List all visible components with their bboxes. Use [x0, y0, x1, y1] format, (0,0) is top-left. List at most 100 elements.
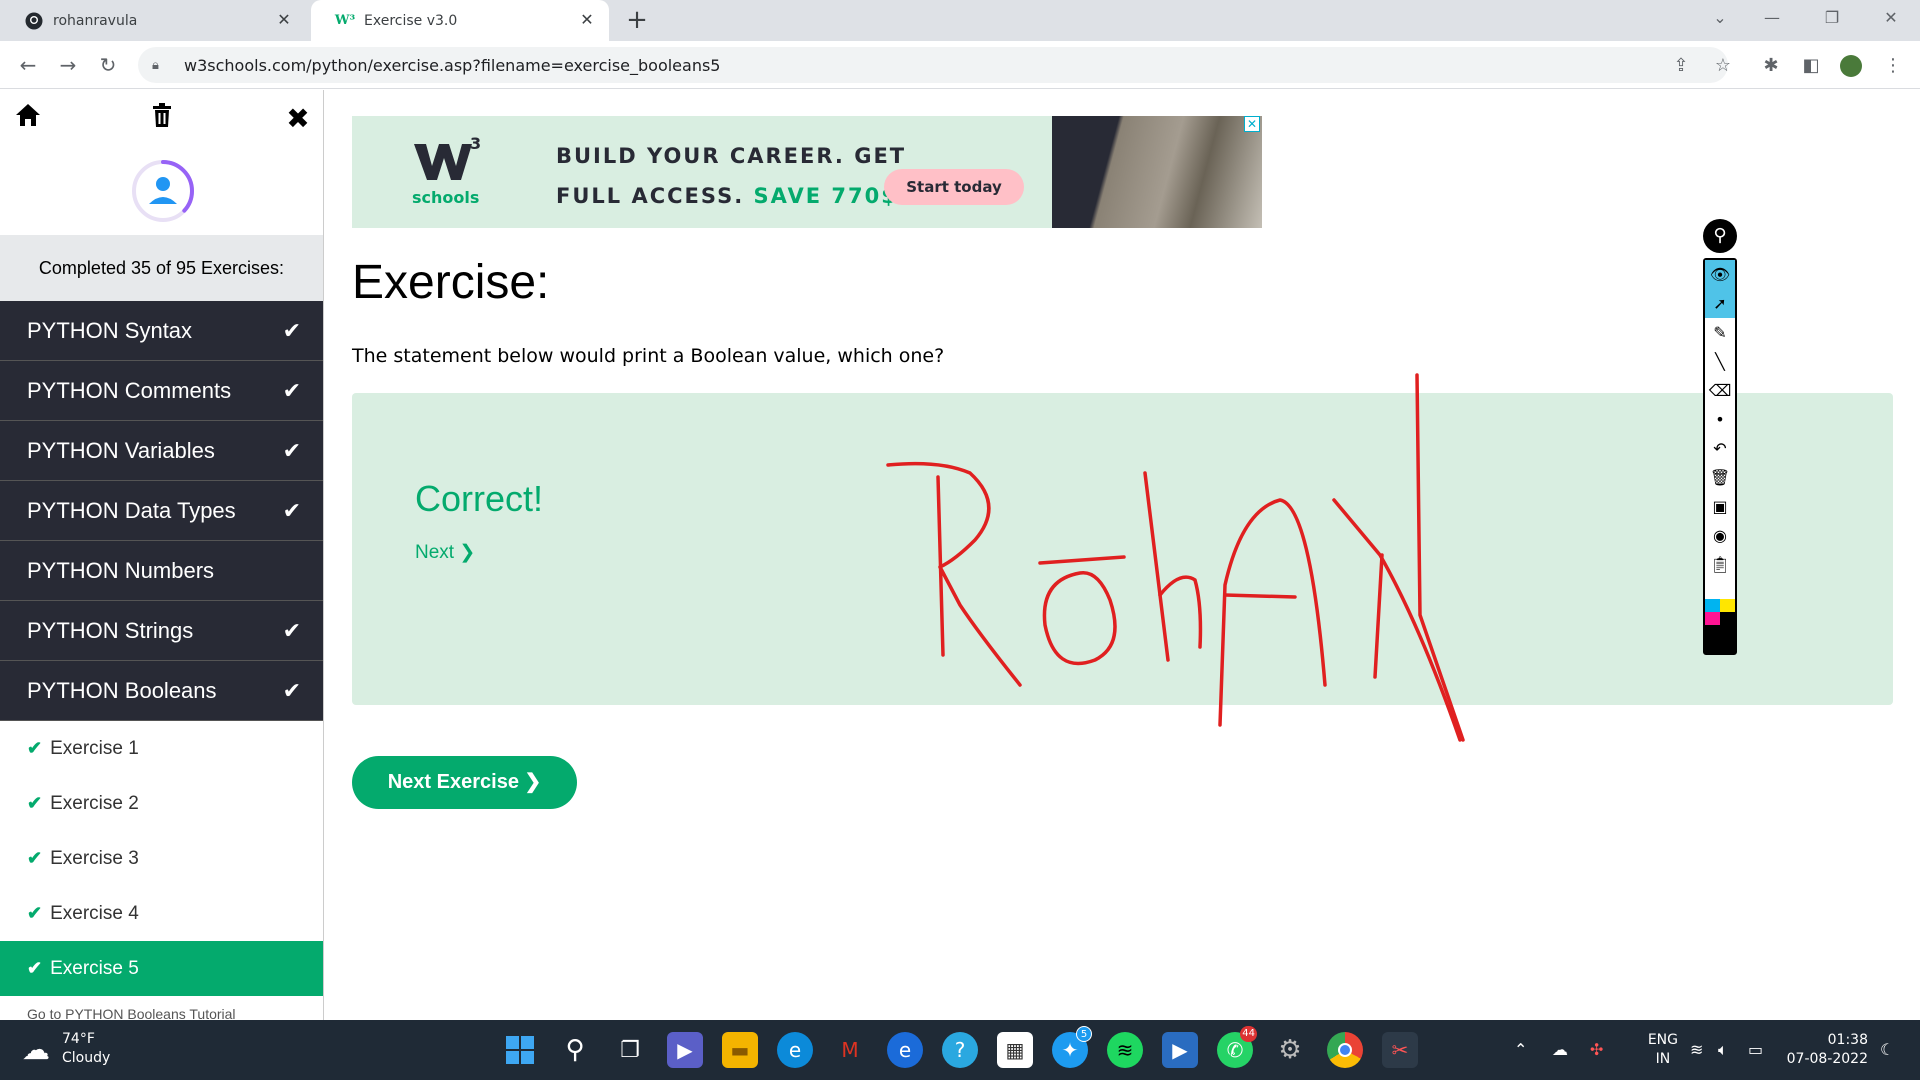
tray-app-icon[interactable]: ✣: [1590, 1040, 1603, 1059]
restore-icon[interactable]: ❐: [1817, 8, 1847, 27]
minimize-icon[interactable]: —: [1757, 8, 1787, 27]
forward-icon[interactable]: →: [54, 51, 82, 79]
checkmark-icon: ✔: [282, 437, 301, 463]
address-bar[interactable]: 🔒︎ w3schools.com/python/exercise.asp?fil…: [138, 47, 1728, 83]
next-exercise-button[interactable]: Next Exercise ❯: [352, 756, 577, 809]
exercise-item[interactable]: ✔ Exercise 2: [0, 776, 323, 831]
browser-tab-exercise[interactable]: W³ Exercise v3.0 ✕: [311, 0, 609, 41]
edge-icon[interactable]: e: [777, 1032, 813, 1068]
exercise-list: ✔ Exercise 1 ✔ Exercise 2 ✔ Exercise 3 ✔ Exerci…: [0, 721, 323, 996]
store-icon[interactable]: ▦: [997, 1032, 1033, 1068]
w3schools-favicon-icon: W³: [334, 13, 356, 28]
snipping-tool-icon[interactable]: ✂: [1382, 1032, 1418, 1068]
weather-widget[interactable]: ☁︎ 74°F Cloudy: [22, 1030, 110, 1068]
exercise-item[interactable]: ✔ Exercise 5: [0, 941, 323, 996]
ad-start-button[interactable]: Start today: [884, 169, 1024, 205]
clipboard-icon[interactable]: 📋︎: [1705, 550, 1735, 579]
settings-gear-icon[interactable]: ⚙: [1272, 1032, 1308, 1068]
github-icon: [25, 12, 43, 30]
wifi-icon[interactable]: ≋: [1690, 1040, 1703, 1059]
exercise-label: Exercise 2: [50, 792, 139, 814]
home-icon[interactable]: [12, 102, 44, 135]
checkmark-icon: ✔: [282, 377, 301, 403]
clock-date: 07-08-2022: [1786, 1051, 1868, 1067]
language-indicator[interactable]: ENG IN: [1648, 1031, 1678, 1069]
close-tab-icon[interactable]: ✕: [577, 10, 597, 29]
sidebar-section-item[interactable]: PYTHON Strings ✔: [0, 601, 323, 661]
notifications-icon[interactable]: ☾: [1880, 1040, 1894, 1059]
back-icon[interactable]: ←: [14, 51, 42, 79]
sidebar-section-item[interactable]: PYTHON Comments ✔: [0, 361, 323, 421]
reload-icon[interactable]: ↻: [94, 51, 122, 79]
extensions-icon[interactable]: ✱: [1758, 53, 1784, 79]
next-link[interactable]: Next ❯: [415, 541, 475, 564]
mcafee-icon[interactable]: M: [832, 1032, 868, 1068]
sidebar-section-item[interactable]: PYTHON Booleans ✔: [0, 661, 323, 721]
undo-icon[interactable]: ↶: [1705, 434, 1735, 463]
exercise-label: Exercise 1: [50, 737, 139, 759]
pen-icon[interactable]: ✎: [1705, 318, 1735, 347]
menu-kebab-icon[interactable]: ⋮: [1880, 53, 1906, 79]
ad-headline-line2: FULL ACCESS.: [556, 184, 745, 208]
ad-banner[interactable]: 3 schools BUILD YOUR CAREER. GET FULL AC…: [352, 116, 1262, 228]
profile-avatar[interactable]: [1840, 55, 1862, 77]
task-view-icon[interactable]: ❐: [612, 1032, 648, 1068]
exercise-item[interactable]: ✔ Exercise 4: [0, 886, 323, 941]
exercise-sidebar: ✖ Completed 35 of 95 Exercises: PYTHON S…: [0, 90, 324, 1020]
trash-icon[interactable]: [146, 102, 178, 135]
goto-tutorial-link[interactable]: Go to PYTHON Booleans Tutorial: [0, 996, 323, 1020]
close-tab-icon[interactable]: ✕: [274, 10, 294, 29]
new-tab-icon[interactable]: +: [622, 5, 652, 35]
share-icon[interactable]: ⇪: [1668, 53, 1694, 79]
exercise-item[interactable]: ✔ Exercise 1: [0, 721, 323, 776]
start-menu-icon[interactable]: [502, 1032, 538, 1068]
line-icon[interactable]: ╲: [1705, 347, 1735, 376]
battery-icon[interactable]: ▭: [1748, 1040, 1763, 1059]
tab-search-icon[interactable]: ⌄: [1705, 8, 1735, 27]
cursor-icon[interactable]: ➚: [1705, 289, 1735, 318]
delete-icon[interactable]: 🗑︎: [1705, 463, 1735, 492]
weather-condition: Cloudy: [62, 1050, 111, 1066]
browser-toolbar: ← → ↻ 🔒︎ w3schools.com/python/exercise.a…: [0, 41, 1920, 89]
color-palette[interactable]: [1705, 599, 1735, 653]
search-icon[interactable]: ⚲: [557, 1032, 593, 1068]
chrome-icon[interactable]: [1327, 1032, 1363, 1068]
show-hidden-icons[interactable]: ⌃: [1514, 1040, 1527, 1059]
windows-taskbar: ☁︎ 74°F Cloudy ⚲ ❐ ▶ ▬ e M e ? ▦ ✦ 5 ≋ ▶ …: [0, 1020, 1920, 1080]
clock[interactable]: 01:38 07-08-2022: [1787, 1031, 1868, 1069]
whatsapp-badge: 44: [1240, 1026, 1257, 1042]
edge-beta-icon[interactable]: e: [887, 1032, 923, 1068]
sidebar-section-item[interactable]: PYTHON Variables ✔: [0, 421, 323, 481]
side-panel-icon[interactable]: ◧: [1798, 53, 1824, 79]
spotify-icon[interactable]: ≋: [1107, 1032, 1143, 1068]
file-explorer-icon[interactable]: ▬: [722, 1032, 758, 1068]
onedrive-icon[interactable]: ☁︎: [1552, 1040, 1568, 1059]
sidebar-section-item[interactable]: PYTHON Syntax ✔: [0, 301, 323, 361]
dot-size-icon[interactable]: •: [1705, 405, 1735, 434]
clock-time: 01:38: [1827, 1032, 1868, 1048]
sidebar-section-item[interactable]: PYTHON Data Types ✔: [0, 481, 323, 541]
checkmark-icon: ✔: [27, 848, 43, 868]
browser-tab-github[interactable]: rohanravula ✕: [0, 0, 306, 41]
sidebar-section-item[interactable]: PYTHON Numbers: [0, 541, 323, 601]
whatsapp-icon[interactable]: ✆ 44: [1217, 1026, 1257, 1068]
visibility-eye-icon[interactable]: 👁︎: [1705, 260, 1735, 289]
eraser-icon[interactable]: ⌫: [1705, 376, 1735, 405]
ad-close-icon[interactable]: ✕: [1244, 116, 1260, 132]
close-icon[interactable]: ✖: [282, 102, 314, 135]
exercise-item[interactable]: ✔ Exercise 3: [0, 831, 323, 886]
checkmark-icon: ✔: [27, 738, 43, 758]
teams-chat-icon[interactable]: ▶: [667, 1032, 703, 1068]
camera-icon[interactable]: ◉: [1705, 521, 1735, 550]
close-window-icon[interactable]: ✕: [1876, 8, 1906, 27]
twitter-icon[interactable]: ✦ 5: [1052, 1026, 1092, 1068]
bookmark-star-icon[interactable]: ☆: [1710, 53, 1736, 79]
lock-icon: 🔒︎: [152, 57, 159, 73]
checkmark-icon: ✔: [282, 677, 301, 703]
volume-icon[interactable]: 🔈︎: [1718, 1040, 1728, 1060]
pin-icon[interactable]: ⚲: [1703, 219, 1737, 253]
media-player-icon[interactable]: ▶: [1162, 1032, 1198, 1068]
get-help-icon[interactable]: ?: [942, 1032, 978, 1068]
twitter-badge: 5: [1076, 1026, 1092, 1042]
board-icon[interactable]: ▣: [1705, 492, 1735, 521]
